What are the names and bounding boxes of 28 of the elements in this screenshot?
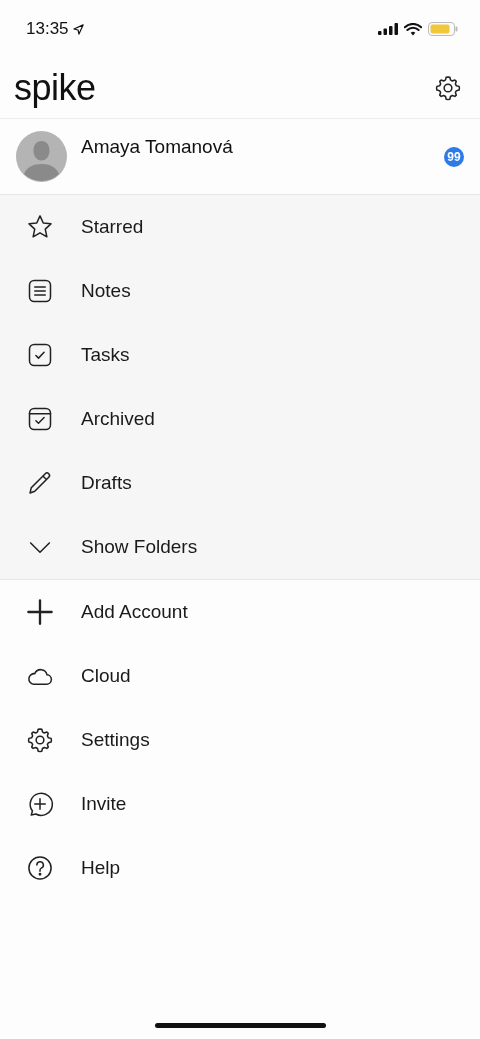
archive-icon [26, 405, 54, 433]
plus-icon [26, 598, 54, 626]
menu-item[interactable]: Invite [0, 772, 480, 836]
menu-item[interactable]: Tasks [0, 323, 480, 387]
unread-count-badge: 99 [444, 146, 464, 167]
menu-item[interactable]: Add Account [0, 580, 480, 644]
chat-plus-icon [26, 790, 54, 818]
status-time: 13:35 [26, 19, 84, 39]
settings-icon [26, 726, 54, 754]
help-icon [26, 854, 54, 882]
menu-item[interactable]: Archived [0, 387, 480, 451]
avatar [16, 131, 67, 182]
app-logo: spike [14, 67, 96, 109]
menu-item[interactable]: Help [0, 836, 480, 900]
settings-button[interactable] [434, 74, 462, 102]
menu-item[interactable]: Show Folders [0, 515, 480, 579]
battery-icon [428, 22, 458, 36]
menu-item[interactable]: Drafts [0, 451, 480, 515]
location-arrow-icon [72, 23, 84, 35]
wifi-icon [404, 22, 422, 36]
menu-item[interactable]: Notes [0, 259, 480, 323]
account-name: Amaya Tomanová [81, 136, 234, 158]
signal-icon [378, 23, 398, 35]
notes-icon [26, 277, 54, 305]
menu-item[interactable]: Settings [0, 708, 480, 772]
menu-item[interactable]: Cloud [0, 644, 480, 708]
menu-item[interactable]: Starred [0, 195, 480, 259]
checkbox-icon [26, 341, 54, 369]
